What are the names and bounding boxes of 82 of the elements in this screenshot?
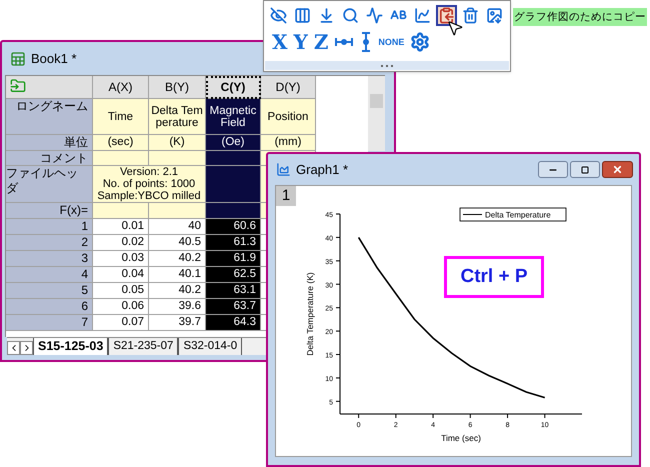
table-cell: 40.2 xyxy=(149,251,206,267)
eye-slash-icon[interactable] xyxy=(268,5,289,26)
table-cell: 61.9 xyxy=(206,251,261,267)
folder-icon[interactable] xyxy=(10,78,26,94)
file-header-text: Sample:YBCO milled xyxy=(97,190,201,202)
mouse-cursor-icon xyxy=(446,19,464,37)
row-label: ロングネーム xyxy=(6,99,93,135)
table-cell: 40 xyxy=(149,219,206,235)
row-number: 3 xyxy=(6,251,93,267)
axis-letter-button[interactable]: X xyxy=(272,32,288,52)
table-cell: 63.7 xyxy=(206,299,261,315)
file-header-text: No. of points: 1000 xyxy=(102,178,196,190)
table-cell: 62.5 xyxy=(206,267,261,283)
sheet-tab[interactable]: S32-014-0 xyxy=(178,338,242,355)
copy-icon[interactable] xyxy=(436,5,457,26)
table-cell: 63.1 xyxy=(206,283,261,299)
table-cell: 40.5 xyxy=(149,235,206,251)
sheet-tab[interactable]: S15-125-03 xyxy=(33,338,108,355)
x-axis-label: Time (sec) xyxy=(441,433,481,443)
row-number: 2 xyxy=(6,235,93,251)
table-cell: 61.3 xyxy=(206,235,261,251)
table-cell: 0.05 xyxy=(93,283,149,299)
table-cell: 0.04 xyxy=(93,267,149,283)
table-cell: 40.2 xyxy=(149,283,206,299)
row-number: 6 xyxy=(6,299,93,315)
column-header[interactable]: D(Y) xyxy=(261,76,316,99)
long-name-cell: Position xyxy=(261,99,316,135)
table-cell: 39.7 xyxy=(149,315,206,331)
table-cell: 0.03 xyxy=(93,251,149,267)
row-number: 1 xyxy=(6,219,93,235)
row-label: コメント xyxy=(6,151,93,166)
popup-grip-bar[interactable] xyxy=(265,61,509,70)
column-header[interactable]: B(Y) xyxy=(149,76,206,99)
column-header[interactable]: C(Y) xyxy=(206,76,261,99)
table-cell: 0.01 xyxy=(93,219,149,235)
long-name-cell: Time xyxy=(93,99,149,135)
close-button[interactable] xyxy=(602,161,633,178)
vertical-error-bar-icon[interactable] xyxy=(360,31,372,53)
graph-icon xyxy=(276,162,291,177)
file-header-text: Version: 2.1 xyxy=(120,166,178,178)
window-title: Book1 * xyxy=(31,50,77,68)
axis-letter-button[interactable]: Z xyxy=(314,32,328,52)
long-name-cell: Delta Temperature xyxy=(149,99,206,135)
long-name-cell: Magnetic Field xyxy=(206,99,261,135)
close-icon xyxy=(612,164,623,175)
table-cell: 0.07 xyxy=(93,315,149,331)
workbook-icon xyxy=(10,50,26,66)
row-label: F(x)= xyxy=(6,203,93,219)
none-button[interactable]: NONE xyxy=(378,38,404,46)
comment-cell xyxy=(206,151,261,166)
row-label: ファイルヘッダ xyxy=(6,166,93,203)
tooltip: グラフ作図のためにコピー xyxy=(513,8,647,26)
maximize-icon xyxy=(581,166,589,174)
layer-tab[interactable]: 1 xyxy=(276,186,296,206)
previous-sheet-button[interactable] xyxy=(7,341,20,355)
units-cell: (K) xyxy=(149,135,206,151)
sheet-tab[interactable]: S21-235-07 xyxy=(108,338,178,355)
y-axis-label: Delta Temperature (K) xyxy=(305,272,315,356)
table-cell: 0.06 xyxy=(93,299,149,315)
column-header[interactable]: A(X) xyxy=(93,76,149,99)
units-cell: (sec) xyxy=(93,135,149,151)
row-number: 5 xyxy=(6,283,93,299)
row-label: 単位 xyxy=(6,135,93,151)
row-number: 4 xyxy=(6,267,93,283)
next-sheet-button[interactable] xyxy=(20,341,33,355)
horizontal-error-bar-icon[interactable] xyxy=(334,36,354,48)
vertical-scrollbar[interactable] xyxy=(368,75,385,151)
maximize-button[interactable] xyxy=(570,161,600,178)
units-cell: (mm) xyxy=(261,135,316,151)
table-cell: 39.6 xyxy=(149,299,206,315)
table-cell: 0.02 xyxy=(93,235,149,251)
row-number: 7 xyxy=(6,315,93,331)
table-cell: 64.3 xyxy=(206,315,261,331)
table-cell: 60.6 xyxy=(206,219,261,235)
legend-label: Delta Temperature xyxy=(485,210,551,220)
units-cell: (Oe) xyxy=(206,135,261,151)
window-title: Graph1 * xyxy=(296,160,348,179)
settings-icon[interactable] xyxy=(410,32,430,52)
shortcut-callout: Ctrl + P xyxy=(444,256,544,298)
axis-letter-button[interactable]: Y xyxy=(294,32,308,52)
table-cell: 40.1 xyxy=(149,267,206,283)
wave-icon[interactable] xyxy=(364,5,385,26)
